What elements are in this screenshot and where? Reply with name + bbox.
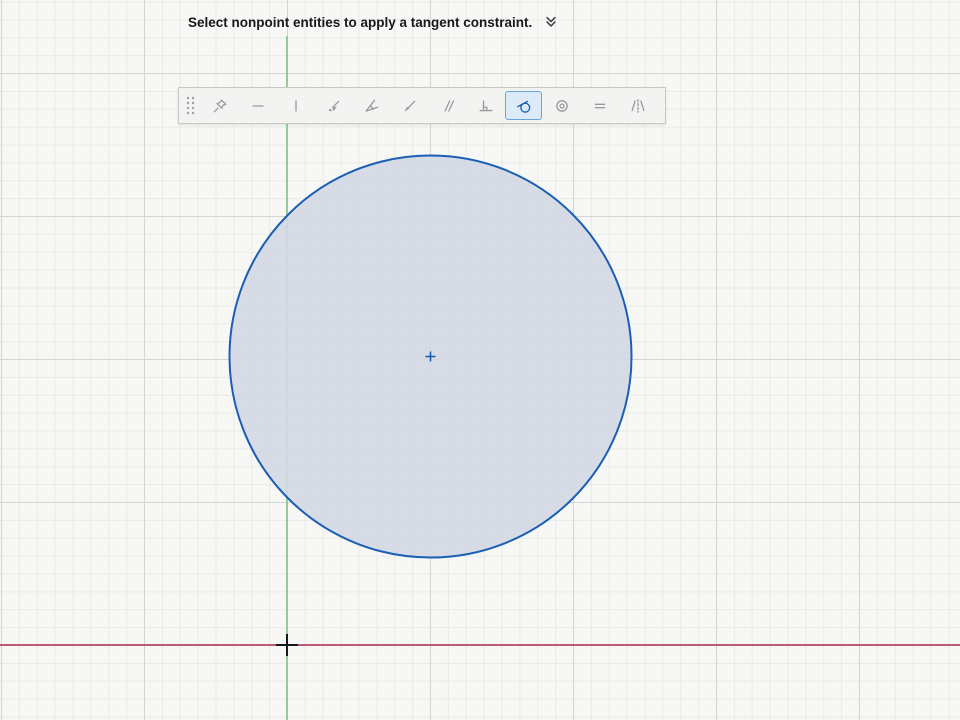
concentric-constraint-button[interactable]: [543, 91, 580, 120]
angle-icon: [362, 96, 382, 116]
vertical-line-icon: [286, 96, 306, 116]
pin-icon: [210, 96, 230, 116]
coincident-constraint-button[interactable]: [315, 91, 352, 120]
constraint-toolbar: [178, 87, 666, 124]
cursor-point-icon: [324, 96, 344, 116]
tangent-constraint-button[interactable]: [505, 91, 542, 120]
vertical-constraint-button[interactable]: [277, 91, 314, 120]
collinear-constraint-button[interactable]: [391, 91, 428, 120]
parallel-constraint-button[interactable]: [429, 91, 466, 120]
symmetry-icon: [628, 96, 648, 116]
fix-constraint-button[interactable]: [201, 91, 238, 120]
equal-sign-icon: [590, 96, 610, 116]
drag-handle-icon[interactable]: [183, 93, 198, 119]
symmetric-constraint-button[interactable]: [619, 91, 656, 120]
hint-message-bar: Select nonpoint entities to apply a tang…: [188, 13, 560, 31]
angle-constraint-button[interactable]: [353, 91, 390, 120]
equal-constraint-button[interactable]: [581, 91, 618, 120]
parallel-lines-icon: [438, 96, 458, 116]
horizontal-line-icon: [248, 96, 268, 116]
tangent-icon: [514, 96, 534, 116]
perpendicular-icon: [476, 96, 496, 116]
chevron-double-down-icon[interactable]: [542, 13, 560, 31]
crosshair-cursor: [276, 644, 298, 647]
perpendicular-constraint-button[interactable]: [467, 91, 504, 120]
hint-message-text: Select nonpoint entities to apply a tang…: [188, 15, 532, 30]
concentric-circles-icon: [552, 96, 572, 116]
line-point-icon: [400, 96, 420, 116]
horizontal-constraint-button[interactable]: [239, 91, 276, 120]
